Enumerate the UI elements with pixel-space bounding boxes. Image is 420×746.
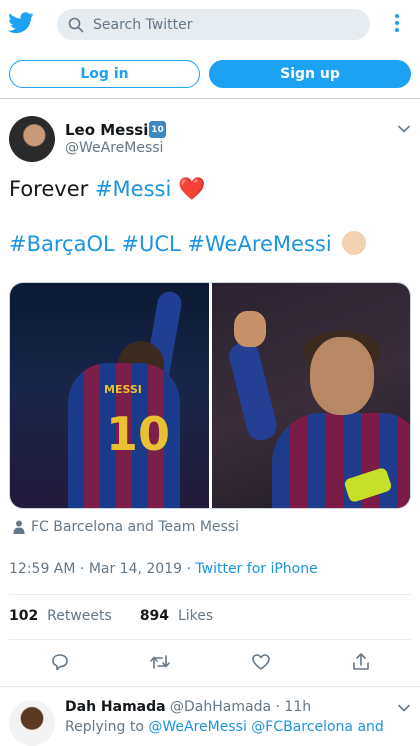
retweet-button[interactable]: [148, 650, 172, 674]
player-face-shape: [310, 337, 374, 415]
tweet-bottom-divider: [0, 686, 420, 687]
photo-messi-celebrating[interactable]: [212, 283, 410, 508]
sign-up-button[interactable]: Sign up: [209, 60, 411, 88]
hashtag-ucl[interactable]: #UCL: [121, 232, 180, 256]
jersey-shape: [272, 413, 410, 508]
chevron-down-icon[interactable]: [397, 122, 411, 136]
share-button[interactable]: [349, 650, 373, 674]
tweet-meta: 12:59 AM · Mar 14, 2019 · Twitter for iP…: [9, 561, 318, 577]
jersey-name-text: MESSI: [104, 383, 142, 396]
fist-shape: [234, 311, 266, 347]
photo-messi-back[interactable]: MESSI 10: [10, 283, 209, 508]
raised-arm-shape: [226, 338, 280, 444]
tweet-source[interactable]: Twitter for iPhone: [195, 561, 317, 577]
red-heart-emoji: ❤️: [177, 177, 206, 202]
retweet-icon: [150, 655, 170, 669]
tweet-media: MESSI 10: [9, 282, 411, 509]
replying-to-prefix: Replying to: [65, 719, 144, 735]
reply-mention-wearemessi[interactable]: @WeAreMessi: [148, 719, 246, 735]
reply-mention-fcbarcelona[interactable]: @FCBarcelona: [251, 719, 353, 735]
log-in-button[interactable]: Log in: [9, 60, 200, 88]
retweets-stat[interactable]: 102 Retweets: [9, 608, 112, 624]
search-box[interactable]: [57, 9, 370, 40]
reply-header: Dah Hamada @DahHamada · 11h: [65, 699, 312, 715]
twitter-bird-icon[interactable]: [8, 12, 34, 34]
person-icon: [13, 520, 25, 534]
reply-author-handle[interactable]: @DahHamada: [170, 699, 271, 715]
reply-author-name[interactable]: Dah Hamada: [65, 699, 166, 715]
auth-buttons: Log in Sign up: [0, 60, 420, 90]
reply-button[interactable]: [48, 650, 72, 674]
raised-fist-emoji: [342, 231, 367, 255]
search-input[interactable]: [93, 9, 353, 40]
top-bar: [0, 0, 420, 50]
author-name[interactable]: Leo Messi: [65, 121, 148, 139]
tagged-people[interactable]: FC Barcelona and Team Messi: [13, 519, 239, 535]
tweet-stats: 102 Retweets 894 Likes: [9, 608, 213, 624]
tweet-date[interactable]: Mar 14, 2019: [89, 561, 182, 577]
replying-to-suffix[interactable]: and: [357, 719, 383, 735]
likes-count: 894: [139, 608, 170, 624]
more-vertical-icon[interactable]: [390, 14, 404, 36]
hashtag-barcaol[interactable]: #BarçaOL: [9, 232, 115, 256]
tweet-text-line-1: Forever #Messi ❤️: [9, 175, 205, 204]
chevron-down-icon[interactable]: [397, 701, 411, 715]
tweet-text-line-2: #BarçaOL #UCL #WeAreMessi: [9, 230, 367, 258]
replying-to-line: Replying to @WeAreMessi @FCBarcelona and: [65, 719, 384, 735]
jersey-number-text: 10: [106, 407, 171, 461]
share-icon: [353, 653, 369, 670]
header-divider: [0, 98, 420, 99]
tagged-people-label: FC Barcelona and Team Messi: [31, 519, 239, 535]
heart-icon: [252, 654, 270, 670]
retweets-count: 102: [9, 608, 39, 624]
author-handle[interactable]: @WeAreMessi: [65, 140, 163, 156]
stats-divider: [9, 639, 411, 640]
tweet-text-prefix: Forever: [9, 177, 95, 201]
search-icon: [68, 17, 84, 33]
like-button[interactable]: [249, 650, 273, 674]
hashtag-messi[interactable]: #Messi: [95, 177, 171, 201]
reply-icon: [52, 654, 68, 671]
likes-stat[interactable]: 894 Likes: [140, 608, 213, 624]
author-avatar[interactable]: [9, 116, 55, 162]
likes-label: Likes: [177, 608, 214, 624]
retweets-label: Retweets: [47, 608, 112, 624]
reply-author-avatar[interactable]: [9, 700, 55, 746]
meta-divider: [9, 594, 411, 595]
tweet-actions: [0, 650, 420, 674]
keycap-ten-emoji: 10: [149, 121, 166, 138]
tweet-time[interactable]: 12:59 AM: [9, 561, 75, 577]
hashtag-wearemessi[interactable]: #WeAreMessi: [187, 232, 331, 256]
reply-time[interactable]: 11h: [284, 699, 311, 715]
